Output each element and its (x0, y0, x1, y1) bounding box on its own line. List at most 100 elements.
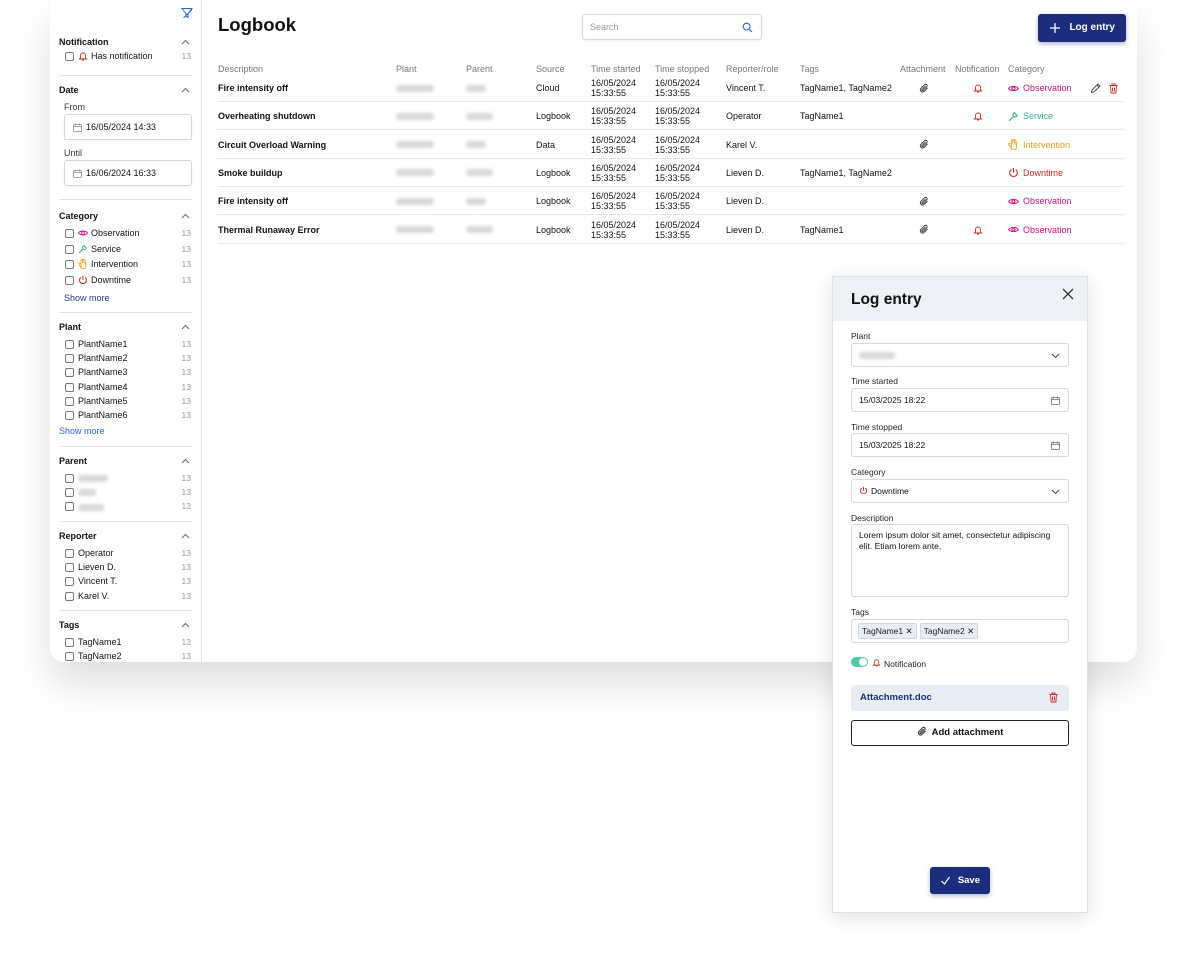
filter-option-plant[interactable]: PlantName6 13 (59, 408, 192, 422)
table-row[interactable]: Fire intensity off Cloud 16/05/2024 15:33:5… (218, 74, 1125, 103)
checkbox[interactable] (65, 382, 74, 392)
checkbox[interactable] (65, 549, 74, 558)
paperclip-icon[interactable] (919, 224, 930, 235)
checkbox[interactable] (65, 229, 74, 238)
filter-option-plant[interactable]: PlantName4 13 (59, 380, 192, 394)
checkbox[interactable] (65, 260, 74, 269)
parent-filter-title[interactable]: Parent (59, 454, 192, 468)
filter-option-downtime[interactable]: Downtime 13 (59, 273, 192, 289)
checkbox[interactable] (65, 354, 74, 364)
filter-option-plant[interactable]: PlantName1 13 (59, 337, 192, 351)
filter-option-service[interactable]: Service 13 (59, 242, 192, 258)
search-icon[interactable] (742, 22, 753, 33)
calendar-icon[interactable] (1051, 396, 1060, 405)
plant-filter-title[interactable]: Plant (59, 320, 192, 334)
filter-option-plant[interactable]: PlantName2 13 (59, 351, 192, 365)
trash-icon[interactable] (1048, 692, 1059, 703)
chevron-up-icon[interactable] (181, 621, 190, 629)
column-header-reporter[interactable]: Reporter/role (726, 64, 779, 74)
add-attachment-button[interactable]: Add attachment (851, 720, 1069, 746)
chevron-up-icon[interactable] (181, 457, 190, 465)
table-row[interactable]: Overheating shutdown Logbook 16/05/2024 15:… (218, 102, 1125, 131)
category-filter-title[interactable]: Category (59, 209, 192, 223)
chevron-up-icon[interactable] (181, 212, 190, 220)
filter-option-plant[interactable]: PlantName3 13 (59, 365, 192, 379)
close-icon[interactable] (1061, 287, 1075, 301)
checkbox[interactable] (65, 396, 74, 406)
date-filter-title[interactable]: Date (59, 83, 192, 97)
checkbox[interactable] (65, 563, 74, 573)
chevron-up-icon[interactable] (181, 86, 190, 94)
checkbox[interactable] (65, 652, 74, 662)
column-header-tags[interactable]: Tags (800, 64, 819, 74)
calendar-icon[interactable] (1051, 441, 1060, 450)
remove-tag-icon[interactable]: ✕ (967, 626, 974, 636)
filter-option-plant[interactable]: PlantName5 13 (59, 394, 192, 408)
notification-toggle[interactable] (851, 657, 868, 667)
log-entry-button[interactable]: Log entry (1038, 14, 1126, 42)
column-header-time-stopped[interactable]: Time stopped (655, 64, 709, 74)
column-header-category[interactable]: Category (1008, 64, 1045, 74)
from-date-input[interactable]: 16/05/2024 14:33 (64, 114, 192, 140)
attachment-item[interactable]: Attachment.doc (851, 685, 1069, 711)
checkbox[interactable] (65, 502, 74, 512)
table-row[interactable]: Circuit Overload Warning Data 16/05/2024 15… (218, 131, 1125, 159)
column-header-parent[interactable]: Parent (466, 64, 493, 74)
column-header-time-started[interactable]: Time started (591, 64, 641, 74)
checkbox[interactable] (65, 244, 74, 254)
until-date-input[interactable]: 16/06/2024 16:33 (64, 160, 192, 186)
category-select[interactable]: Downtime (851, 479, 1069, 503)
filter-option-reporter[interactable]: Operator 13 (59, 546, 192, 560)
column-header-plant[interactable]: Plant (396, 64, 417, 74)
trash-icon[interactable] (1108, 83, 1119, 94)
chevron-up-icon[interactable] (181, 532, 190, 540)
checkbox[interactable] (65, 52, 74, 61)
filter-option-parent[interactable]: 13 (59, 499, 192, 513)
filter-option-reporter[interactable]: Karel V. 13 (59, 589, 192, 603)
checkbox[interactable] (65, 410, 74, 420)
checkbox[interactable] (65, 488, 74, 498)
plant-select[interactable] (851, 343, 1069, 367)
column-header-source[interactable]: Source (536, 64, 565, 74)
column-header-notification[interactable]: Notification (955, 64, 1000, 74)
filter-option-observation[interactable]: Observation 13 (59, 226, 192, 242)
chevron-up-icon[interactable] (181, 38, 190, 46)
checkbox[interactable] (65, 368, 74, 378)
checkbox[interactable] (65, 275, 74, 285)
time-stopped-input[interactable]: 15/03/2025 18:22 (851, 433, 1069, 457)
remove-tag-icon[interactable]: ✕ (905, 626, 912, 636)
filter-option-reporter[interactable]: Lieven D. 13 (59, 560, 192, 574)
paperclip-icon[interactable] (919, 196, 930, 207)
tags-filter-title[interactable]: Tags (59, 618, 192, 632)
filter-icon[interactable] (181, 7, 193, 19)
notification-filter-title[interactable]: Notification (59, 35, 192, 49)
checkbox[interactable] (65, 474, 74, 483)
column-header-description[interactable]: Description (218, 64, 263, 74)
time-started-input[interactable]: 15/03/2025 18:22 (851, 388, 1069, 412)
search-input[interactable]: Search (582, 14, 762, 40)
filter-option-reporter[interactable]: Vincent T. 13 (59, 574, 192, 588)
filter-option-has-notification[interactable]: Has notification 13 (59, 49, 192, 63)
table-row[interactable]: Thermal Runaway Error Logbook 16/05/2024 15… (218, 216, 1125, 244)
table-row[interactable]: Smoke buildup Logbook 16/05/2024 15:33:55 16… (218, 159, 1125, 188)
checkbox[interactable] (65, 638, 74, 647)
plant-show-more[interactable]: Show more (59, 424, 192, 438)
filter-option-intervention[interactable]: Intervention 13 (59, 257, 192, 273)
chevron-up-icon[interactable] (181, 323, 190, 331)
edit-icon[interactable] (1090, 82, 1101, 94)
table-row[interactable]: Fire intensity off Logbook 16/05/2024 15:33… (218, 187, 1125, 216)
paperclip-icon[interactable] (919, 83, 930, 94)
filter-option-tag[interactable]: TagName2 13 (59, 649, 192, 662)
reporter-filter-title[interactable]: Reporter (59, 529, 192, 543)
checkbox[interactable] (65, 591, 74, 601)
category-show-more[interactable]: Show more (64, 291, 192, 305)
save-button[interactable]: Save (930, 867, 990, 894)
paperclip-icon[interactable] (919, 139, 930, 150)
filter-option-tag[interactable]: TagName1 13 (59, 635, 192, 649)
filter-option-parent[interactable]: 13 (59, 471, 192, 485)
tags-input[interactable]: TagName1 ✕ TagName2 ✕ (851, 619, 1069, 643)
description-textarea[interactable]: Lorem ipsum dolor sit amet, consectetur … (851, 524, 1069, 597)
checkbox[interactable] (65, 340, 74, 349)
checkbox[interactable] (65, 577, 74, 587)
filter-option-parent[interactable]: 13 (59, 485, 192, 499)
